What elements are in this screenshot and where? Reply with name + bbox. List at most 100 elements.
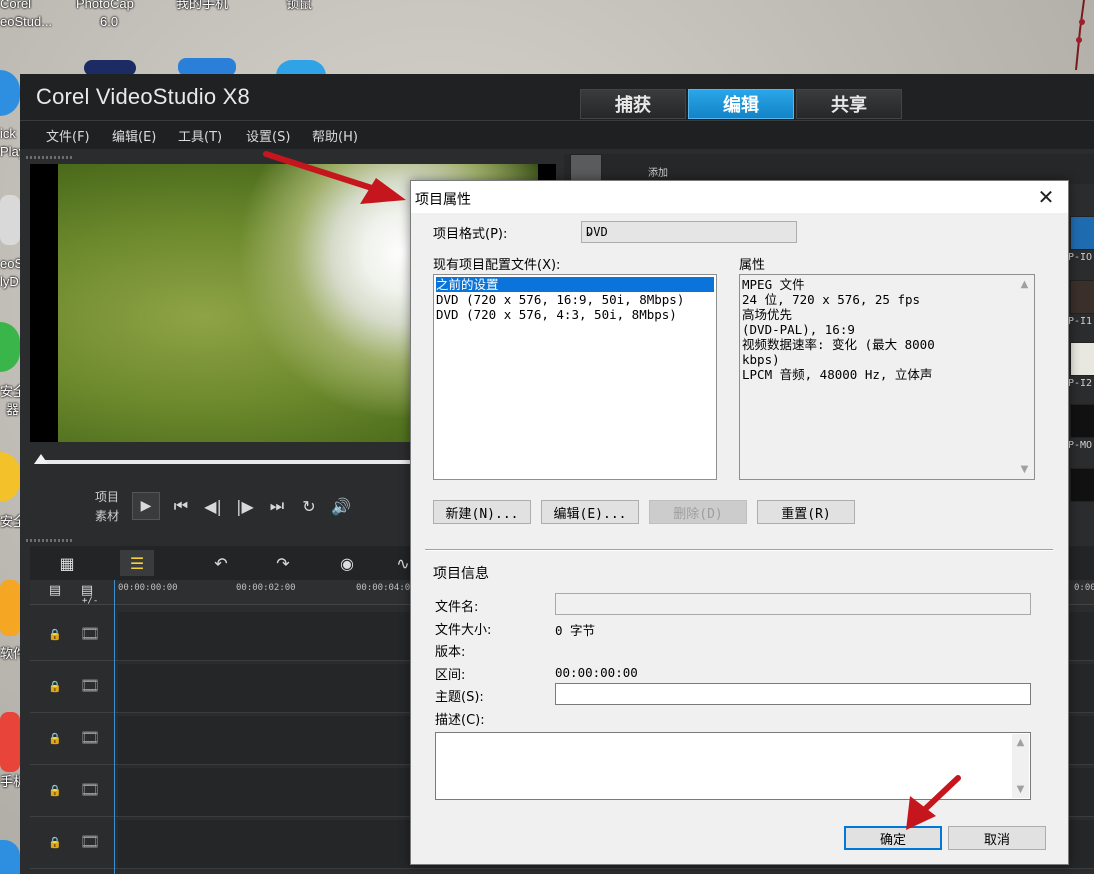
panel-grip[interactable] — [26, 539, 72, 542]
subject-input[interactable] — [555, 683, 1031, 705]
desktop-icon-label[interactable]: PhotoCap — [76, 0, 134, 12]
desktop-icon-label[interactable]: ick — [0, 126, 16, 142]
dialog-titlebar[interactable]: 项目属性 ✕ — [411, 181, 1068, 213]
description-scrollbar[interactable]: ▲ ▼ — [1012, 734, 1029, 798]
library-thumbnail[interactable] — [1070, 404, 1094, 438]
ruler-timecode: 0:00 — [1074, 583, 1094, 593]
desktop-icon-label[interactable]: 锁鼠 — [286, 0, 312, 12]
delete-profile-button[interactable]: 删除(D) — [649, 500, 747, 524]
properties-scrollbar[interactable]: ▲ ▼ — [1016, 276, 1033, 478]
desktop-app-icon[interactable] — [0, 70, 20, 116]
panel-grip[interactable] — [26, 156, 72, 159]
scroll-up-icon[interactable]: ▲ — [1016, 276, 1033, 293]
new-profile-button[interactable]: 新建(N)... — [433, 500, 531, 524]
security-guard-icon[interactable] — [0, 452, 20, 502]
timeline-view-icon[interactable]: ☰ — [120, 550, 154, 576]
security-app-icon[interactable] — [0, 322, 20, 372]
preview-scrubber[interactable] — [30, 454, 410, 466]
storyboard-view-icon[interactable]: ▦ — [50, 550, 84, 576]
duration-value: 00:00:00:00 — [555, 665, 638, 680]
lock-icon[interactable]: 🔒 — [48, 628, 62, 641]
lock-icon[interactable]: 🔒 — [48, 784, 62, 797]
overlay-track-icon: 🎞 — [80, 832, 101, 851]
app-titlebar: Corel VideoStudio X8 捕获 编辑 共享 — [20, 74, 1094, 121]
desktop-icon-label[interactable]: 我的手机 — [176, 0, 228, 12]
undo-icon[interactable]: ↶ — [204, 550, 238, 576]
add-folder-label[interactable]: 添加 — [648, 164, 668, 179]
record-capture-icon[interactable]: ◉ — [330, 550, 364, 576]
desktop-icon-label[interactable]: 器 — [6, 402, 19, 418]
play-button[interactable]: ▶ — [132, 492, 160, 520]
library-thumb-label: P-MO — [1068, 440, 1093, 451]
desktop-icon-label[interactable]: 6.0 — [100, 14, 118, 30]
scroll-down-icon[interactable]: ▼ — [1016, 461, 1033, 478]
description-label: 描述(C): — [435, 713, 485, 728]
library-thumbnail[interactable] — [1070, 216, 1094, 250]
close-icon[interactable]: ✕ — [1034, 185, 1058, 209]
video-track-icon: 🎞 — [80, 624, 101, 643]
desktop-icon-label[interactable]: eoStud... — [0, 14, 52, 30]
app-title: Corel VideoStudio X8 — [36, 84, 250, 109]
properties-label: 属性 — [739, 258, 766, 273]
scrubber-thumb[interactable] — [34, 454, 48, 464]
track-manager-icon[interactable]: ▤ — [44, 580, 66, 600]
track-header-overlay-1: 🔒 🎞 — [30, 664, 118, 713]
chevron-down-icon[interactable]: ⌄ — [586, 223, 792, 237]
previous-frame-icon[interactable]: ◀| — [202, 497, 224, 516]
overlay-track-icon: 🎞 — [80, 676, 101, 695]
project-format-select[interactable]: DVD ⌄ — [581, 221, 797, 243]
profiles-label: 现有项目配置文件(X): — [433, 258, 561, 273]
reset-button[interactable]: 重置(R) — [757, 500, 855, 524]
go-to-end-icon[interactable]: ⏭ — [266, 496, 288, 516]
timeline-playhead[interactable] — [114, 580, 115, 874]
dialog-title: 项目属性 — [415, 192, 471, 208]
menu-help[interactable]: 帮助(H) — [312, 126, 358, 145]
volume-icon[interactable]: 🔊 — [330, 497, 352, 516]
profile-list-item[interactable]: 之前的设置 — [436, 277, 714, 292]
menu-bar: 文件(F) 编辑(E) 工具(T) 设置(S) 帮助(H) — [20, 121, 1094, 149]
tab-capture[interactable]: 捕获 — [580, 89, 686, 119]
workspace-tabs: 捕获 编辑 共享 — [580, 89, 902, 119]
play-mode-labels: 项目 素材 — [95, 488, 119, 526]
redo-icon[interactable]: ↷ — [266, 550, 300, 576]
menu-settings[interactable]: 设置(S) — [246, 126, 290, 145]
desktop-icon-label[interactable]: Corel — [0, 0, 31, 12]
lock-icon[interactable]: 🔒 — [48, 732, 62, 745]
lock-icon[interactable]: 🔒 — [48, 836, 62, 849]
next-frame-icon[interactable]: |▶ — [234, 497, 256, 516]
software-manager-icon[interactable] — [0, 580, 20, 636]
library-thumbnail[interactable] — [1070, 280, 1094, 314]
ruler-timecode: 00:00:02:00 — [236, 583, 296, 593]
profile-list-item[interactable]: DVD (720 x 576, 16:9, 50i, 8Mbps) — [436, 292, 684, 307]
add-remove-track-label[interactable]: +/- — [82, 596, 98, 606]
library-thumbnail[interactable] — [1070, 468, 1094, 502]
scroll-up-icon[interactable]: ▲ — [1012, 734, 1029, 751]
track-header-overlay-4: 🔒 🎞 — [30, 820, 118, 869]
ruler-timecode: 00:00:04:00 — [356, 583, 416, 593]
track-header-overlay-2: 🔒 🎞 — [30, 716, 118, 765]
tab-share[interactable]: 共享 — [796, 89, 902, 119]
profiles-listbox[interactable]: 之前的设置 DVD (720 x 576, 16:9, 50i, 8Mbps) … — [433, 274, 717, 480]
go-to-start-icon[interactable]: ⏮ — [170, 496, 192, 516]
scroll-down-icon[interactable]: ▼ — [1012, 781, 1029, 798]
scrubber-track[interactable] — [40, 460, 410, 464]
videostudio-icon[interactable] — [0, 195, 20, 245]
project-info-heading: 项目信息 — [433, 566, 489, 582]
desktop-icon-label[interactable]: lyD — [0, 274, 19, 290]
phone-assistant-icon[interactable] — [0, 712, 20, 772]
library-thumbnail[interactable] — [1070, 342, 1094, 376]
duration-label: 区间: — [435, 668, 466, 683]
edit-profile-button[interactable]: 编辑(E)... — [541, 500, 639, 524]
profile-list-item[interactable]: DVD (720 x 576, 4:3, 50i, 8Mbps) — [436, 307, 677, 322]
tab-edit[interactable]: 编辑 — [688, 89, 794, 119]
lock-icon[interactable]: 🔒 — [48, 680, 62, 693]
repeat-icon[interactable]: ↻ — [298, 497, 320, 516]
mode-project-label[interactable]: 项目 — [95, 488, 119, 507]
property-line: 24 位, 720 x 576, 25 fps — [742, 292, 921, 307]
menu-file[interactable]: 文件(F) — [46, 126, 90, 145]
property-line: 高场优先 — [742, 307, 793, 322]
menu-edit[interactable]: 编辑(E) — [112, 126, 156, 145]
menu-tools[interactable]: 工具(T) — [178, 126, 222, 145]
mode-clip-label[interactable]: 素材 — [95, 507, 119, 526]
desktop-app-icon[interactable] — [0, 840, 20, 874]
